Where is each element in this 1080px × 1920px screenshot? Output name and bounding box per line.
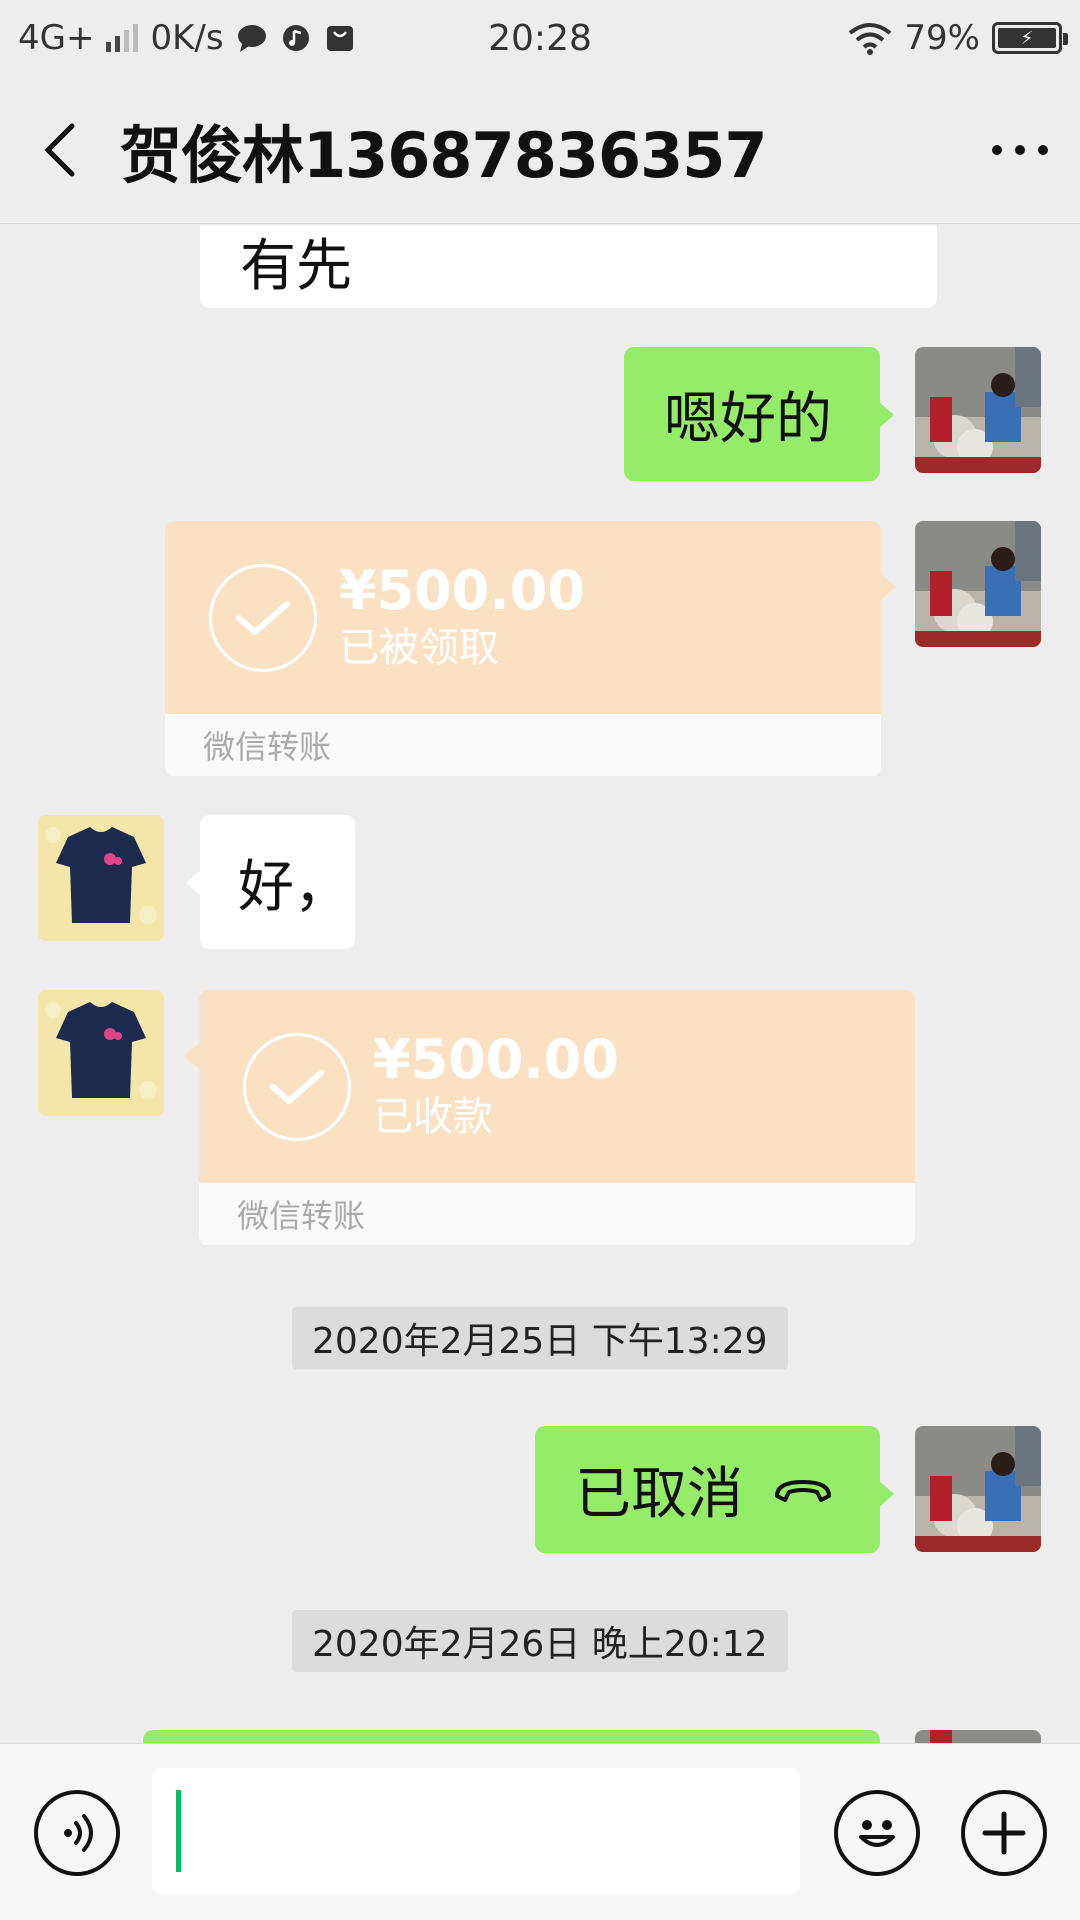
contact-avatar-shirt [38, 990, 164, 1116]
status-left: 4G+ 0K/s [18, 18, 356, 58]
plus-icon [982, 1811, 1026, 1855]
message-text: 嗯好的 [664, 386, 832, 452]
check-circle-icon [209, 563, 317, 672]
signal-icon [106, 24, 139, 52]
message-input[interactable] [152, 1768, 800, 1894]
avatar[interactable] [915, 347, 1041, 473]
check-circle-icon [243, 1032, 351, 1141]
network-label: 4G+ [18, 18, 95, 58]
sent-message-bubble[interactable] [143, 1730, 880, 1743]
emoji-button[interactable] [834, 1790, 920, 1876]
bubble-tail [184, 1042, 200, 1070]
network-speed: 0K/s [150, 18, 224, 58]
hangup-phone-icon [775, 1479, 831, 1502]
smiley-icon [859, 1820, 895, 1847]
more-button[interactable] [960, 76, 1080, 224]
transfer-status: 已收款 [373, 1093, 493, 1140]
status-right: 79% ⚡ [848, 18, 1068, 58]
sent-message-bubble[interactable]: 嗯好的 [624, 347, 894, 481]
transfer-footer: 微信转账 [165, 714, 881, 776]
transfer-footer: 微信转账 [199, 1183, 915, 1245]
wifi-icon [849, 23, 892, 55]
back-button[interactable] [0, 76, 120, 224]
chevron-left-icon [44, 123, 75, 176]
message-list[interactable]: 有先 嗯好的 ¥500.00 已被领取 微信转账 好， ¥500.00 已收款 … [0, 225, 1080, 1743]
transfer-card-body: ¥500.00 已被领取 [165, 521, 881, 714]
chat-header: 贺俊林13687836357 [0, 76, 1080, 224]
music-icon [282, 25, 309, 51]
voice-input-button[interactable] [34, 1790, 120, 1876]
message-text: 已取消 [575, 1462, 743, 1527]
avatar[interactable] [915, 521, 1041, 647]
transfer-card[interactable]: ¥500.00 已收款 微信转账 [199, 990, 915, 1246]
shopping-bag-icon [326, 26, 353, 51]
received-message-bubble[interactable]: 好， [186, 815, 355, 949]
more-features-button[interactable] [961, 1790, 1047, 1876]
self-avatar-photo [915, 347, 1041, 473]
contact-avatar-shirt [38, 815, 164, 941]
transfer-card-body: ¥500.00 已收款 [199, 990, 915, 1183]
transfer-card[interactable]: ¥500.00 已被领取 微信转账 [165, 521, 881, 777]
timestamp: 2020年2月25日 下午13:29 [292, 1307, 788, 1369]
transfer-amount: ¥500.00 [373, 1027, 619, 1091]
avatar[interactable] [38, 815, 164, 941]
avatar[interactable] [915, 1426, 1041, 1552]
timestamp: 2020年2月26日 晚上20:12 [292, 1610, 788, 1672]
message-text: 有先 [240, 234, 352, 299]
avatar[interactable] [915, 1730, 1041, 1743]
bubble-tail [880, 573, 896, 601]
message-text: 好， [238, 854, 350, 920]
self-avatar-photo [915, 1426, 1041, 1552]
transfer-status: 已被领取 [339, 624, 499, 671]
avatar[interactable] [38, 990, 164, 1116]
call-message-bubble[interactable]: 已取消 [535, 1426, 894, 1553]
input-bar [0, 1743, 1080, 1920]
chat-notification-icon [237, 25, 266, 52]
battery-percent: 79% [904, 18, 980, 58]
transfer-amount: ¥500.00 [339, 558, 585, 622]
page-title: 贺俊林13687836357 [120, 118, 768, 192]
received-message-bubble[interactable]: 有先 [200, 225, 937, 308]
self-avatar-photo [915, 1730, 1041, 1743]
text-caret [176, 1790, 181, 1872]
more-dots-icon [992, 144, 1048, 155]
status-bar: 4G+ 0K/s 20:28 79% ⚡ [0, 0, 1080, 76]
voice-icon [64, 1814, 93, 1852]
self-avatar-photo [915, 521, 1041, 647]
battery-icon: ⚡ [992, 22, 1068, 54]
